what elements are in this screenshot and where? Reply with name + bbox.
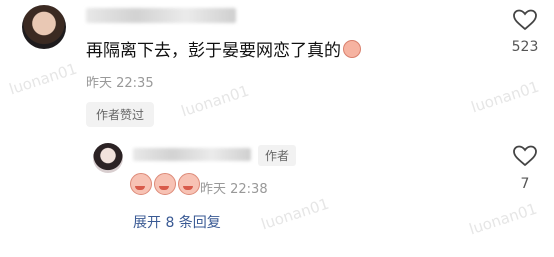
username-redacted [86, 8, 236, 23]
reply-emoji-row [130, 173, 200, 195]
watermark: luonan01 [6, 59, 80, 99]
crying-face-icon [130, 173, 152, 195]
comment-text: 再隔离下去，彭于晏要网恋了真的 [86, 36, 361, 61]
watermark: luonan01 [466, 199, 540, 239]
author-badge: 作者 [258, 145, 297, 166]
expand-replies-link[interactable]: 展开 8 条回复 [133, 212, 221, 232]
watermark: luonan01 [258, 194, 332, 234]
reply-like-heart-icon[interactable] [513, 145, 537, 167]
avatar[interactable] [22, 5, 66, 49]
comment-time: 昨天 22:35 [86, 76, 154, 91]
watermark: luonan01 [468, 77, 542, 117]
reply-time: 昨天 22:38 [200, 182, 268, 197]
crying-face-icon [178, 173, 200, 195]
watermark: luonan01 [178, 81, 252, 121]
like-heart-icon[interactable] [513, 9, 537, 31]
author-liked-badge: 作者赞过 [86, 102, 155, 127]
emoji-icon [343, 40, 361, 58]
crying-face-icon [154, 173, 176, 195]
reply-avatar[interactable] [93, 143, 123, 173]
reply-username-redacted [133, 148, 251, 161]
like-count: 523 [511, 39, 539, 55]
reply-like-count: 7 [520, 176, 530, 192]
